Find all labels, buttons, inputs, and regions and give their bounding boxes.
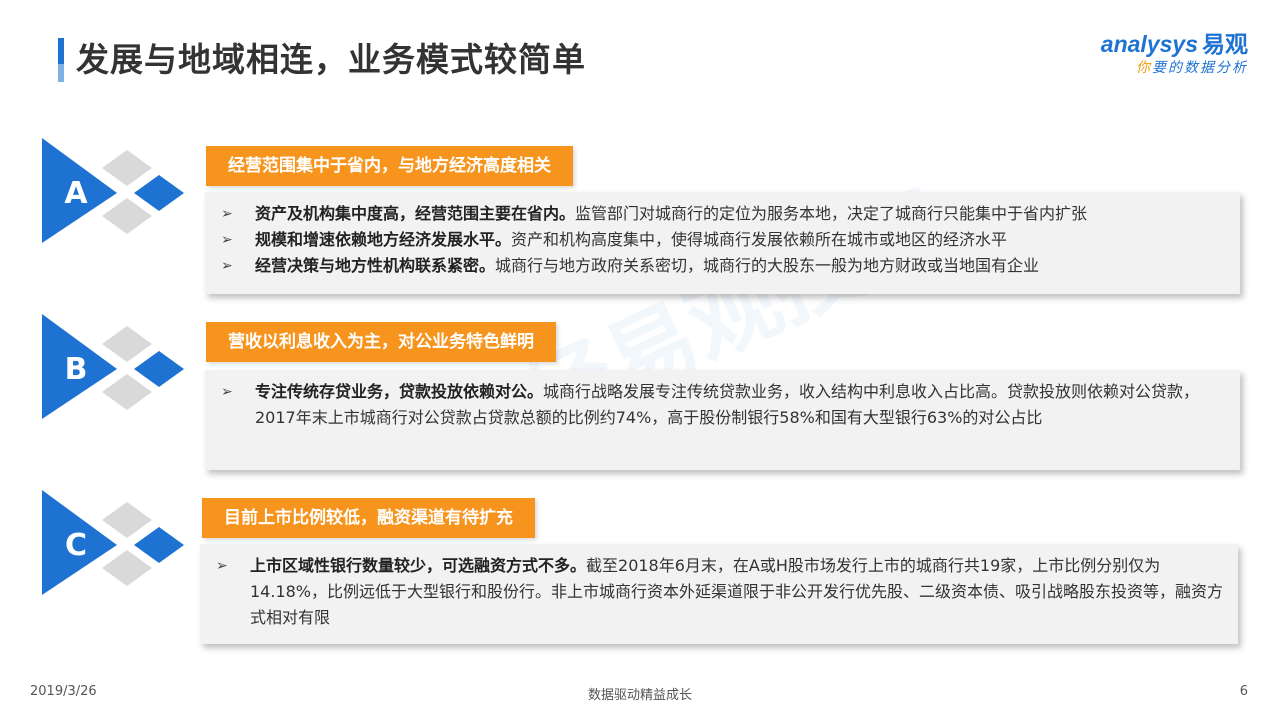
footer-slogan: 数据驱动精益成长 (587, 688, 692, 703)
logo-slogan-accent: 你 (1136, 60, 1152, 76)
bullet-arrow-icon: ➢ (221, 206, 233, 222)
logo-brand-en: analysys (1100, 31, 1198, 57)
page-title: 发展与地域相连，业务模式较简单 (76, 40, 586, 79)
section-c-box: ➢ 上市区域性银行数量较少，可选融资方式不多。截至2018年6月末，在A或H股市场… (200, 544, 1238, 644)
section-c-letter: C (64, 528, 88, 563)
section-a-letter: A (64, 176, 88, 211)
bullet-arrow-icon: ➢ (216, 558, 228, 574)
logo-slogan: 你要的数据分析 (1078, 58, 1248, 78)
list-item: ➢ 资产及机构集中度高，经营范围主要在省内。监管部门对城商行的定位为服务本地，决定… (221, 201, 1226, 227)
list-item: ➢ 经营决策与地方性机构联系紧密。城商行与地方政府关系密切，城商行的大股东一般为地… (221, 253, 1226, 279)
section-a-tag: 经营范围集中于省内，与地方经济高度相关 (206, 146, 573, 186)
bullet-arrow-icon: ➢ (221, 258, 233, 274)
bullet-arrow-icon: ➢ (221, 384, 233, 400)
section-b-tag: 营收以利息收入为主，对公业务特色鲜明 (206, 322, 556, 362)
list-item: ➢ 规模和增速依赖地方经济发展水平。资产和机构高度集中，使得城商行发展依赖所在城市… (221, 227, 1226, 253)
list-item: ➢ 上市区域性银行数量较少，可选融资方式不多。截至2018年6月末，在A或H股市场… (216, 553, 1224, 631)
title-accent-bar (58, 38, 64, 82)
logo-brand-cn: 易观 (1202, 31, 1248, 57)
bullet-arrow-icon: ➢ (221, 232, 233, 248)
section-b-letter: B (64, 352, 88, 387)
section-b-box: ➢ 专注传统存贷业务，贷款投放依赖对公。城商行战略发展专注传统贷款业务，收入结构中… (205, 370, 1240, 470)
logo-brand: analysys 易观 (1078, 30, 1248, 58)
page-number: 6 (1239, 684, 1248, 699)
section-c-tag: 目前上市比例较低，融资渠道有待扩充 (202, 498, 535, 538)
logo-slogan-rest: 要的数据分析 (1152, 60, 1248, 76)
section-a-box: ➢ 资产及机构集中度高，经营范围主要在省内。监管部门对城商行的定位为服务本地，决定… (205, 192, 1240, 294)
analysys-logo: analysys 易观 你要的数据分析 (1078, 30, 1248, 86)
list-item: ➢ 专注传统存贷业务，贷款投放依赖对公。城商行战略发展专注传统贷款业务，收入结构中… (221, 379, 1226, 431)
